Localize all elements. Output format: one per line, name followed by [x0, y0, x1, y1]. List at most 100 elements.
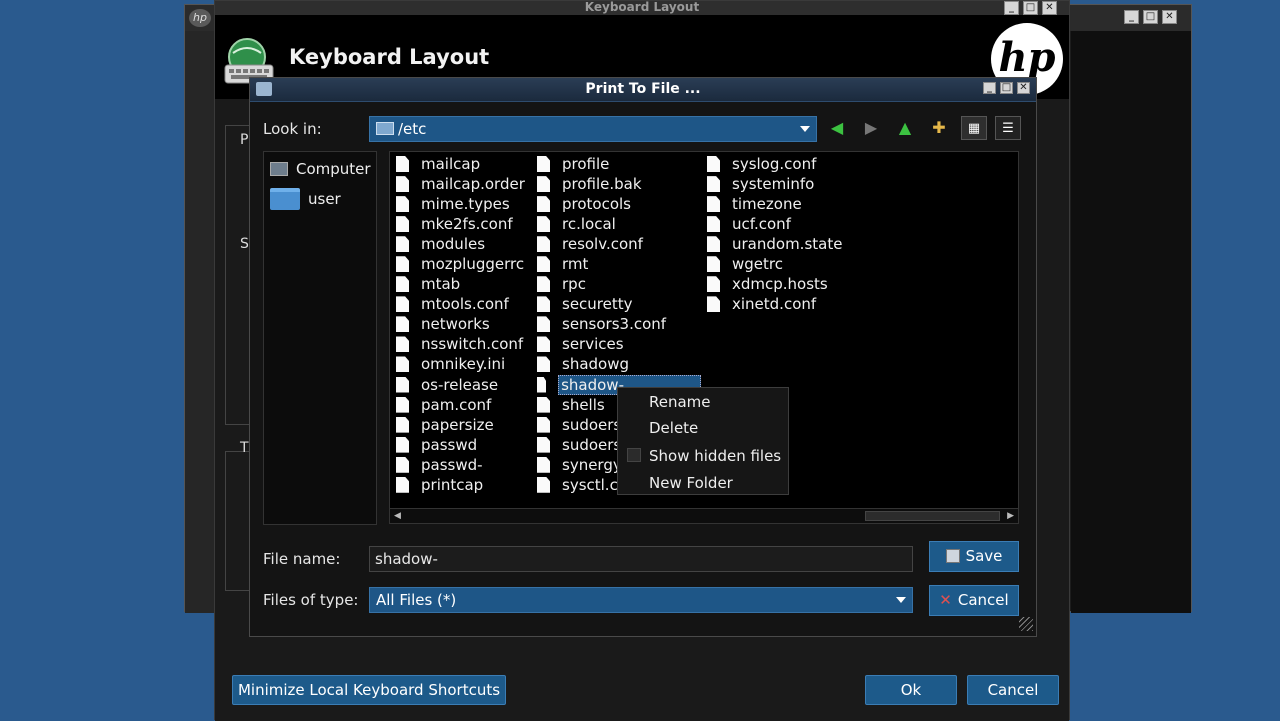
file-icon — [537, 276, 550, 293]
maximize-icon[interactable]: □ — [1000, 82, 1013, 94]
file-icon — [396, 436, 409, 453]
file-item[interactable]: rmt — [531, 254, 701, 274]
places-sidebar: Computer user — [263, 151, 377, 525]
dialog-window-controls: _ □ ✕ — [983, 82, 1030, 94]
close-icon[interactable]: ✕ — [1042, 1, 1057, 15]
menu-item-delete[interactable]: Delete — [649, 419, 698, 437]
file-item[interactable]: mime.types — [390, 194, 530, 214]
file-item[interactable]: omnikey.ini — [390, 354, 530, 374]
file-item[interactable]: wgetrc — [701, 254, 881, 274]
window-footer: Minimize Local Keyboard Shortcuts Ok Can… — [215, 655, 1069, 721]
file-item[interactable]: passwd- — [390, 455, 530, 475]
file-item[interactable]: nsswitch.conf — [390, 334, 530, 354]
file-icon — [396, 196, 409, 213]
file-item[interactable]: mtools.conf — [390, 294, 530, 314]
file-item[interactable]: papersize — [390, 415, 530, 435]
minimize-icon[interactable]: _ — [1124, 10, 1139, 24]
file-icon — [396, 456, 409, 473]
file-icon — [707, 236, 720, 253]
dialog-titlebar: Print To File ... _ □ ✕ — [250, 78, 1036, 102]
file-icon — [537, 336, 550, 353]
group-letter: S — [240, 236, 249, 252]
window-title: Keyboard Layout — [215, 1, 1069, 15]
file-item[interactable]: rpc — [531, 274, 701, 294]
files-of-type-combo[interactable]: All Files (*) — [369, 587, 913, 613]
close-icon[interactable]: ✕ — [1017, 82, 1030, 94]
file-item[interactable]: mozpluggerrc — [390, 254, 530, 274]
ok-button[interactable]: Ok — [865, 675, 957, 705]
cancel-dialog-button[interactable]: ✕ Cancel — [929, 585, 1019, 616]
file-item[interactable]: services — [531, 334, 701, 354]
file-icon — [396, 396, 409, 413]
forward-arrow-icon[interactable]: ▶ — [858, 116, 884, 140]
file-icon — [707, 276, 720, 293]
file-item[interactable]: modules — [390, 234, 530, 254]
file-item[interactable]: profile.bak — [531, 174, 701, 194]
look-in-label: Look in: — [263, 120, 322, 138]
file-item[interactable]: mtab — [390, 274, 530, 294]
file-item[interactable]: xdmcp.hosts — [701, 274, 881, 294]
scrollbar-thumb[interactable] — [865, 511, 1000, 521]
save-icon — [945, 549, 960, 563]
file-icon — [396, 356, 409, 373]
file-item[interactable]: timezone — [701, 194, 881, 214]
file-icon — [396, 176, 409, 193]
icon-view-icon[interactable]: ▦ — [961, 116, 987, 140]
maximize-icon[interactable]: □ — [1023, 1, 1038, 15]
menu-item-new-folder[interactable]: New Folder — [649, 474, 733, 492]
file-item[interactable]: ucf.conf — [701, 214, 881, 234]
scroll-right-icon[interactable]: ▶ — [1007, 511, 1014, 521]
file-item[interactable]: os-release — [390, 375, 530, 395]
file-item[interactable]: mailcap — [390, 154, 530, 174]
file-item[interactable]: resolv.conf — [531, 234, 701, 254]
scroll-left-icon[interactable]: ◀ — [394, 511, 401, 521]
file-icon — [537, 216, 550, 233]
show-hidden-checkbox[interactable] — [627, 448, 641, 462]
menu-item-show-hidden[interactable]: Show hidden files — [649, 447, 781, 465]
close-icon[interactable]: ✕ — [1162, 10, 1177, 24]
back-arrow-icon[interactable]: ◀ — [824, 116, 850, 140]
file-item[interactable]: urandom.state — [701, 234, 881, 254]
file-name-input[interactable]: shadow- — [369, 546, 913, 572]
cancel-button[interactable]: Cancel — [967, 675, 1059, 705]
parent-dir-icon[interactable]: ▲ — [892, 116, 918, 140]
file-item[interactable]: systeminfo — [701, 174, 881, 194]
file-icon — [537, 296, 550, 313]
file-item[interactable]: printcap — [390, 475, 530, 495]
place-computer[interactable]: Computer — [270, 160, 371, 178]
place-user[interactable]: user — [270, 188, 341, 210]
file-item[interactable]: securetty — [531, 294, 701, 314]
background-right-pane — [1071, 31, 1191, 613]
minimize-icon[interactable]: _ — [983, 82, 996, 94]
maximize-icon[interactable]: □ — [1143, 10, 1158, 24]
file-item[interactable]: syslog.conf — [701, 154, 881, 174]
file-item[interactable]: protocols — [531, 194, 701, 214]
save-button[interactable]: Save — [929, 541, 1019, 572]
settings-group-frame-2: T — [225, 440, 251, 591]
resize-grip-icon[interactable] — [1019, 617, 1033, 631]
minimize-icon[interactable]: _ — [1004, 1, 1019, 15]
file-item[interactable]: pam.conf — [390, 395, 530, 415]
file-item[interactable]: mailcap.order — [390, 174, 530, 194]
file-icon — [396, 476, 409, 493]
detail-view-icon[interactable]: ☰ — [995, 116, 1021, 140]
file-item[interactable]: xinetd.conf — [701, 294, 881, 314]
file-item[interactable]: networks — [390, 314, 530, 334]
menu-item-rename[interactable]: Rename — [649, 393, 711, 411]
file-icon — [537, 156, 550, 173]
new-folder-icon[interactable]: ✚ — [926, 116, 952, 140]
horizontal-scrollbar[interactable]: ◀ ▶ — [389, 508, 1019, 524]
file-item[interactable]: mke2fs.conf — [390, 214, 530, 234]
file-item[interactable]: sensors3.conf — [531, 314, 701, 334]
file-icon — [396, 296, 409, 313]
file-item[interactable]: passwd — [390, 435, 530, 455]
file-item[interactable]: shadowg — [531, 354, 701, 374]
place-label: user — [308, 190, 341, 208]
file-item[interactable]: profile — [531, 154, 701, 174]
look-in-combo[interactable]: /etc — [369, 116, 817, 142]
context-menu: Rename Delete Show hidden files New Fold… — [617, 387, 789, 495]
file-icon — [537, 456, 550, 473]
minimize-shortcuts-button[interactable]: Minimize Local Keyboard Shortcuts — [232, 675, 506, 705]
file-icon — [537, 436, 550, 453]
file-item[interactable]: rc.local — [531, 214, 701, 234]
